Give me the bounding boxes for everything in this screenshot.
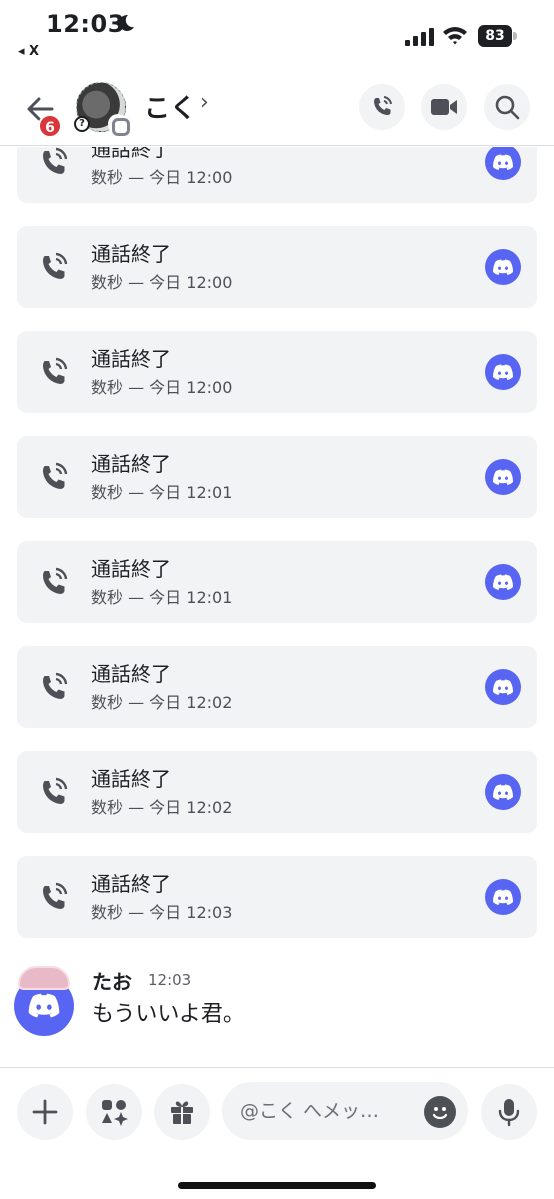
chat-header: 6 ? こく › [0, 68, 554, 146]
call-ended-card[interactable]: 通話終了 数秒 — 今日 12:02 [17, 646, 537, 728]
phone-call-icon [43, 357, 68, 384]
contact-avatar[interactable]: ? [74, 82, 130, 136]
phone-call-icon [43, 882, 68, 909]
question-icon: ? [74, 116, 90, 132]
call-subtitle: 数秒 — 今日 12:00 [91, 378, 233, 397]
call-ended-card[interactable]: 通話終了 数秒 — 今日 12:02 [17, 751, 537, 833]
voice-message-button[interactable] [481, 1084, 537, 1140]
cellular-signal-icon [405, 28, 434, 46]
apps-icon [102, 1100, 128, 1126]
battery-icon: 83 [478, 25, 518, 47]
emoji-icon [432, 1107, 448, 1120]
call-ended-card[interactable]: 通話終了 数秒 — 今日 12:00 [17, 331, 537, 413]
call-ended-card[interactable]: 通話終了 数秒 — 今日 12:00 [17, 226, 537, 308]
discord-logo-icon [485, 459, 521, 495]
call-title: 通話終了 [91, 662, 171, 686]
video-call-icon [431, 99, 457, 115]
microphone-icon [498, 1099, 520, 1127]
add-attachment-button[interactable] [17, 1084, 73, 1140]
call-title: 通話終了 [91, 452, 171, 476]
contact-name[interactable]: こく [144, 88, 196, 125]
call-subtitle: 数秒 — 今日 12:00 [91, 273, 233, 292]
search-icon [495, 95, 520, 120]
avatar-decoration [18, 966, 70, 990]
call-title: 通話終了 [91, 242, 171, 266]
phone-call-icon [43, 462, 68, 489]
message-input[interactable] [240, 1096, 420, 1126]
call-title: 通話終了 [91, 557, 171, 581]
status-bar: 12:03 ◂ X 83 [0, 0, 554, 68]
call-subtitle: 数秒 — 今日 12:01 [91, 483, 233, 502]
call-subtitle: 数秒 — 今日 12:03 [91, 903, 233, 922]
phone-call-icon [43, 252, 68, 279]
discord-logo-icon [485, 354, 521, 390]
wifi-icon [443, 27, 467, 45]
chat-message[interactable]: たお 12:03 もういいよ君。 [0, 962, 554, 1042]
message-text: もういいよ君。 [92, 1002, 245, 1027]
call-subtitle: 数秒 — 今日 12:01 [91, 588, 233, 607]
plus-icon [32, 1099, 58, 1125]
call-subtitle: 数秒 — 今日 12:02 [91, 798, 233, 817]
gift-button[interactable] [154, 1084, 210, 1140]
phone-call-icon [43, 567, 68, 594]
moon-icon [119, 14, 134, 31]
status-time: 12:03 [46, 10, 125, 38]
discord-logo-icon [485, 879, 521, 915]
apps-button[interactable] [86, 1084, 142, 1140]
call-ended-card[interactable]: 通話終了 数秒 — 今日 12:03 [17, 856, 537, 938]
phone-call-icon [43, 777, 68, 804]
call-title: 通話終了 [91, 347, 171, 371]
unread-badge: 6 [38, 114, 62, 138]
call-ended-card[interactable]: 通話終了 数秒 — 今日 12:01 [17, 436, 537, 518]
phone-call-icon [43, 147, 68, 174]
discord-logo-icon [485, 774, 521, 810]
offline-status-icon [108, 114, 130, 136]
video-call-button[interactable] [421, 84, 467, 130]
message-list[interactable]: 通話終了 数秒 — 今日 12:00 通話終了 数秒 — 今日 12:00 通話… [0, 147, 554, 1067]
author-avatar[interactable] [14, 966, 76, 1036]
chevron-right-icon[interactable]: › [200, 90, 209, 115]
phone-call-icon [43, 672, 68, 699]
call-title: 通話終了 [91, 872, 171, 896]
discord-logo-icon [485, 669, 521, 705]
gift-icon [171, 1101, 193, 1124]
discord-logo-icon [485, 147, 521, 180]
discord-logo-icon [485, 564, 521, 600]
call-title: 通話終了 [91, 767, 171, 791]
message-author[interactable]: たお [92, 966, 132, 995]
search-button[interactable] [484, 84, 530, 130]
discord-logo-icon [485, 249, 521, 285]
call-subtitle: 数秒 — 今日 12:00 [91, 168, 233, 187]
message-timestamp: 12:03 [148, 971, 192, 989]
call-title: 通話終了 [91, 147, 171, 161]
call-subtitle: 数秒 — 今日 12:02 [91, 693, 233, 712]
voice-call-button[interactable] [359, 84, 405, 130]
battery-level: 83 [478, 25, 512, 47]
emoji-button[interactable] [424, 1096, 456, 1128]
call-ended-card[interactable]: 通話終了 数秒 — 今日 12:01 [17, 541, 537, 623]
back-to-app-link[interactable]: ◂ X [18, 44, 39, 59]
message-composer [0, 1067, 554, 1199]
home-indicator[interactable] [178, 1182, 376, 1189]
call-ended-card[interactable]: 通話終了 数秒 — 今日 12:00 [17, 147, 537, 203]
voice-call-icon [374, 96, 392, 115]
message-input-container[interactable] [222, 1082, 468, 1140]
